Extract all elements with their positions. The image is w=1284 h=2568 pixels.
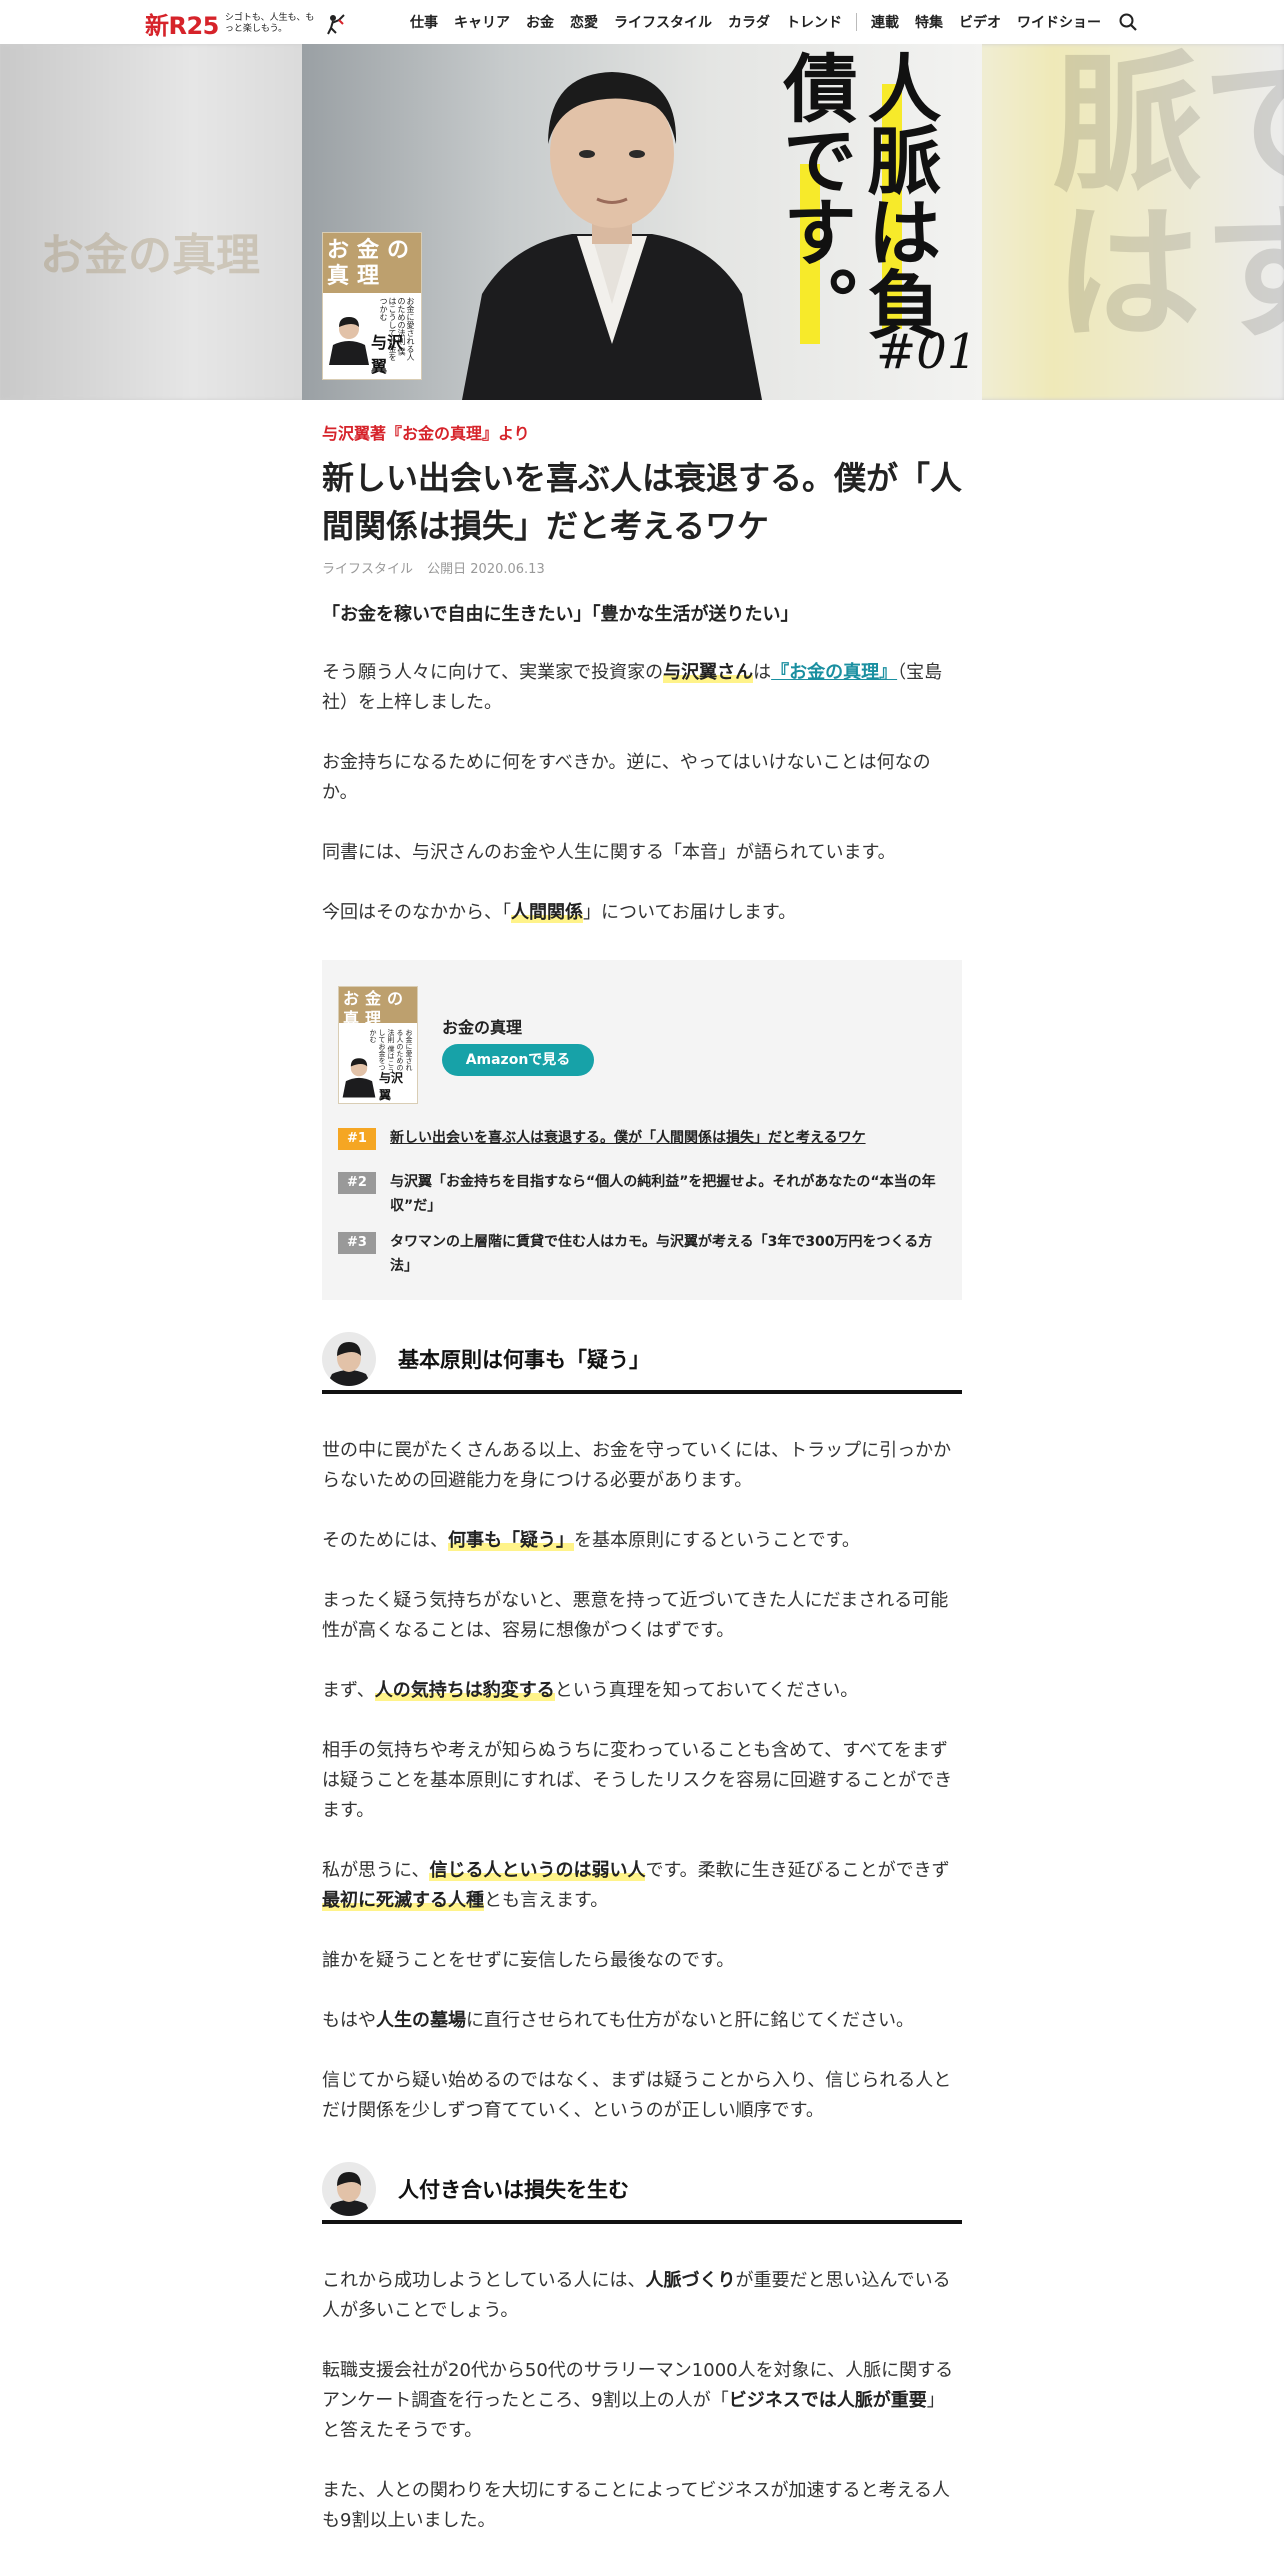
hero-book-title: お金の真理 xyxy=(327,237,418,289)
hero-banner: お金の真理 負債です脈は 人脈は負債です。 #01 お金の真理 お金に愛される人… xyxy=(0,44,1284,400)
article-kicker[interactable]: 与沢翼著『お金の真理』より xyxy=(322,420,530,444)
article-title: 新しい出会いを喜ぶ人は衰退する。僕が「人間関係は損失」だと考えるワケ xyxy=(322,459,963,545)
nav-item-body[interactable]: カラダ xyxy=(728,12,770,32)
article-paragraph: 誰かを疑うことをせずに妄信したら最後なのです。 xyxy=(322,1950,735,1971)
hero-ghost-title: 負債です脈は xyxy=(1027,44,1284,344)
episode-title: タワマンの上層階に賃貸で住む人はカモ。与沢翼が考える「3年で300万円をつくる方… xyxy=(390,1234,933,1274)
article-lead: 「お金を稼いで自由に生きたい」「豊かな生活が送りたい」 xyxy=(322,604,799,625)
section-heading: 人付き合いは損失を生む xyxy=(322,2156,962,2224)
author-portrait xyxy=(462,72,762,400)
article-paragraph: まったく疑う気持ちがないと、悪意を持って近づいてきた人にだまされる可能性が高くな… xyxy=(322,1590,949,1641)
section-title: 基本原則は何事も「疑う」 xyxy=(398,1348,650,1372)
book-link[interactable]: 『お金の真理』 xyxy=(771,662,897,683)
site-logo[interactable]: 新R25 シゴトも、人生も、もっと楽しもう。 xyxy=(145,6,347,41)
hero-episode-number: #01 xyxy=(876,324,978,380)
nav-divider xyxy=(856,13,857,31)
series-book-title: お金の真理 xyxy=(442,1018,523,1037)
article-paragraph: これから成功しようとしている人には、人脈づくりが重要だと思い込んでいる人が多いこ… xyxy=(322,2270,951,2321)
article-paragraph: まず、人の気持ちは豹変するという真理を知っておいてください。 xyxy=(322,1680,859,1701)
episode-title: 新しい出会いを喜ぶ人は衰退する。僕が「人間関係は損失」だと考えるワケ xyxy=(390,1130,866,1146)
nav-item-series[interactable]: 連載 xyxy=(871,12,899,32)
nav-item-money[interactable]: お金 xyxy=(526,12,554,32)
series-book-cover[interactable]: お金の真理 お金に愛される人のための法則 僕はこうしてお金をつかむ 与沢 翼 xyxy=(338,986,418,1104)
main-nav: 仕事 キャリア お金 恋愛 ライフスタイル カラダ トレンド 連載 特集 ビデオ… xyxy=(410,0,1117,44)
episode-title: 与沢翼「お金持ちを目指すなら“個人の純利益”を把握せよ。それがあなたの“本当の年… xyxy=(390,1174,936,1214)
section-title: 人付き合いは損失を生む xyxy=(398,2178,629,2202)
amazon-button[interactable]: Amazonで見る xyxy=(442,1044,594,1076)
nav-item-trend[interactable]: トレンド xyxy=(786,12,842,32)
episode-badge: #3 xyxy=(338,1232,376,1254)
article-paragraph: 私が思うに、信じる人というのは弱い人です。柔軟に生き延びることができず最初に死滅… xyxy=(322,1860,950,1911)
site-header: 新R25 シゴトも、人生も、もっと楽しもう。 仕事 キャリア お金 恋愛 ライフ… xyxy=(0,0,1284,44)
article-paragraph: 世の中に罠がたくさんある以上、お金を守っていくには、トラップに引っかからないため… xyxy=(322,1440,952,1491)
article-paragraph: そう願う人々に向けて、実業家で投資家の与沢翼さんは『お金の真理』（宝島社）を上梓… xyxy=(322,662,943,713)
series-box: お金の真理 お金に愛される人のための法則 僕はこうしてお金をつかむ 与沢 翼 お… xyxy=(322,960,962,1300)
nav-item-feature[interactable]: 特集 xyxy=(915,12,943,32)
nav-item-lifestyle[interactable]: ライフスタイル xyxy=(614,12,712,32)
search-icon[interactable] xyxy=(1118,12,1138,32)
author-avatar xyxy=(322,2162,376,2216)
article-paragraph: また、人との関わりを大切にすることによってビジネスが加速すると考える人も9割以上… xyxy=(322,2480,951,2531)
author-avatar xyxy=(322,1332,376,1386)
logo-tagline: シゴトも、人生も、もっと楽しもう。 xyxy=(224,12,315,34)
nav-item-career[interactable]: キャリア xyxy=(454,12,510,32)
article-category[interactable]: ライフスタイル xyxy=(322,562,413,577)
episode-badge: #2 xyxy=(338,1172,376,1194)
article-paragraph: 今回はそのなかから、「人間関係」についてお届けします。 xyxy=(322,902,797,923)
article-paragraph: お金持ちになるために何をすべきか。逆に、やってはいけないことは何なのか。 xyxy=(322,752,931,803)
nav-item-love[interactable]: 恋愛 xyxy=(570,12,598,32)
article-paragraph: 信じてから疑い始めるのではなく、まずは疑うことから入り、信じられる人とだけ関係を… xyxy=(322,2070,952,2121)
nav-item-video[interactable]: ビデオ xyxy=(959,12,1001,32)
hero-ghost-book: お金の真理 xyxy=(40,230,260,281)
article-meta: ライフスタイル 公開日 2020.06.13 xyxy=(322,558,555,577)
nav-item-work[interactable]: 仕事 xyxy=(410,12,438,32)
nav-item-wideshow[interactable]: ワイドショー xyxy=(1017,12,1101,32)
article-paragraph: そのためには、何事も「疑う」を基本原則にするということです。 xyxy=(322,1530,860,1551)
logo-wordmark: 新R25 xyxy=(145,12,219,40)
article-date: 公開日 2020.06.13 xyxy=(427,562,545,577)
logo-mascot-icon xyxy=(326,13,345,34)
section-heading: 基本原則は何事も「疑う」 xyxy=(322,1326,962,1394)
article-paragraph: 同書には、与沢さんのお金や人生に関する「本音」が語られています。 xyxy=(322,842,896,863)
episode-badge: #1 xyxy=(338,1128,376,1150)
article-paragraph: 転職支援会社が20代から50代のサラリーマン1000人を対象に、人脈に関するアン… xyxy=(322,2360,954,2441)
hero-image: 人脈は負債です。 #01 お金の真理 お金に愛される人のための法則 僕はこうして… xyxy=(302,44,982,400)
article-paragraph: 相手の気持ちや考えが知らぬうちに変わっていることも含めて、すべてをまずは疑うこと… xyxy=(322,1740,953,1821)
hero-book-author-photo xyxy=(329,317,369,365)
hero-book-cover: お金の真理 お金に愛される人のための法則 僕はこうしてお金をつかむ 与沢 翼 xyxy=(322,232,422,380)
hero-book-author: 与沢 翼 xyxy=(371,333,404,376)
article-paragraph: もはや人生の墓場に直行させられても仕方がないと肝に銘じてください。 xyxy=(322,2010,915,2031)
